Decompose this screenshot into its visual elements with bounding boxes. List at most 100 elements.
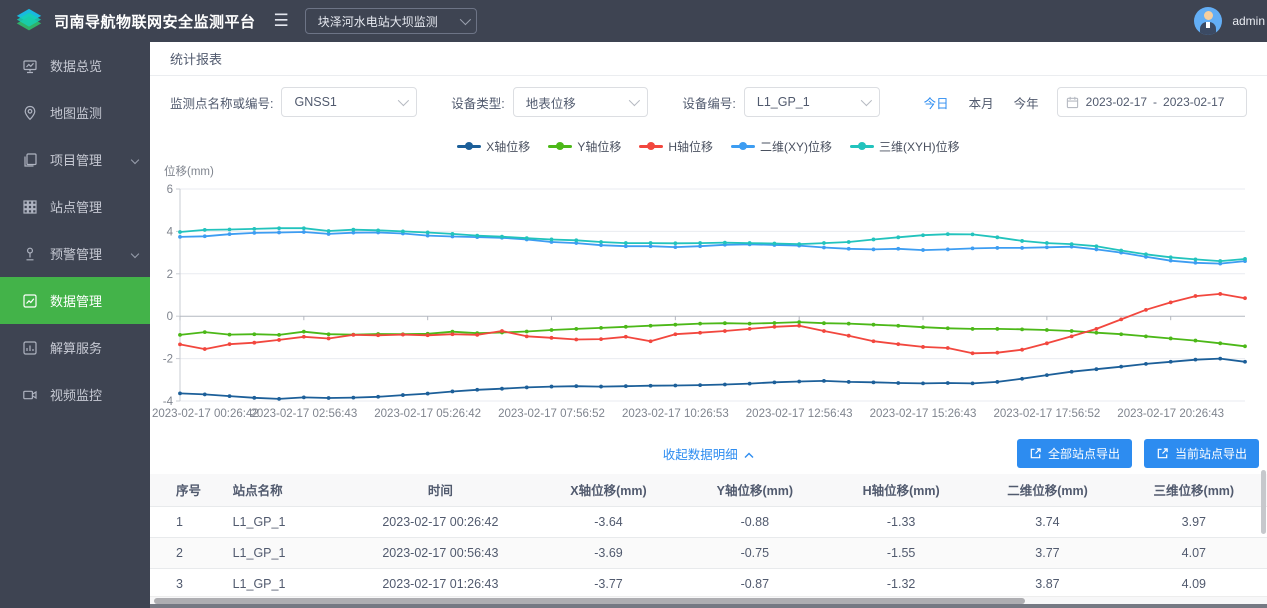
chevron-down-icon bbox=[460, 14, 471, 25]
svg-text:2023-02-17 05:26:42: 2023-02-17 05:26:42 bbox=[374, 408, 481, 420]
legend-marker bbox=[639, 145, 663, 148]
horizontal-scrollbar[interactable] bbox=[150, 596, 1267, 604]
table-cell: 2023-02-17 00:56:43 bbox=[345, 537, 535, 568]
site-grid-icon bbox=[22, 199, 38, 215]
svg-text:2023-02-17 20:26:43: 2023-02-17 20:26:43 bbox=[1117, 408, 1224, 420]
sidebar-item-1[interactable]: 数据总览 bbox=[0, 42, 150, 89]
chevron-down-icon bbox=[629, 95, 640, 106]
legend-marker bbox=[850, 145, 874, 148]
map-pin-icon bbox=[22, 105, 38, 121]
series-line-二维(XY)位移 bbox=[180, 232, 1245, 264]
legend-marker bbox=[548, 145, 572, 148]
project-selector[interactable]: 块泽河水电站大坝监测 bbox=[305, 8, 477, 34]
sidebar-item-5[interactable]: 预警管理 bbox=[0, 230, 150, 277]
legend-marker bbox=[457, 145, 481, 148]
legend-label: 二维(XY)位移 bbox=[760, 138, 832, 155]
legend-label: 三维(XYH)位移 bbox=[879, 138, 960, 155]
monitor-point-value: GNSS1 bbox=[294, 95, 336, 109]
chevron-up-icon bbox=[744, 452, 754, 459]
export-current-site-button[interactable]: 当前站点导出 bbox=[1144, 439, 1259, 468]
chevron-down-icon bbox=[131, 155, 139, 163]
date-range-picker[interactable]: 2023-02-17 - 2023-02-17 bbox=[1057, 87, 1247, 117]
svg-text:2023-02-17 02:56:43: 2023-02-17 02:56:43 bbox=[250, 408, 357, 420]
table-cell: -0.88 bbox=[682, 506, 828, 537]
monitor-point-select[interactable]: GNSS1 bbox=[281, 87, 417, 117]
calendar-icon bbox=[1066, 96, 1079, 109]
device-type-label: 设备类型: bbox=[451, 93, 504, 112]
legend-item[interactable]: 二维(XY)位移 bbox=[731, 138, 832, 155]
table-cell: 2 bbox=[150, 537, 223, 568]
table-header-cell: 站点名称 bbox=[223, 474, 346, 506]
table-cell: 3.97 bbox=[1121, 506, 1267, 537]
export-all-sites-button[interactable]: 全部站点导出 bbox=[1017, 439, 1132, 468]
device-no-select[interactable]: L1_GP_1 bbox=[744, 87, 880, 117]
sidebar-item-2[interactable]: 地图监测 bbox=[0, 89, 150, 136]
sidebar-item-label: 站点管理 bbox=[50, 197, 102, 216]
table-cell: 4.09 bbox=[1121, 568, 1267, 599]
user-avatar[interactable] bbox=[1194, 7, 1222, 35]
legend-item[interactable]: 三维(XYH)位移 bbox=[850, 138, 960, 155]
table-row[interactable]: 3L1_GP_12023-02-17 01:26:43-3.77-0.87-1.… bbox=[150, 568, 1267, 599]
sidebar-item-label: 解算服务 bbox=[50, 338, 102, 357]
table-cell: 4.07 bbox=[1121, 537, 1267, 568]
table-header: 序号站点名称时间X轴位移(mm)Y轴位移(mm)H轴位移(mm)二维位移(mm)… bbox=[150, 474, 1267, 506]
legend-item[interactable]: Y轴位移 bbox=[548, 138, 621, 155]
username-label[interactable]: admin bbox=[1232, 14, 1267, 28]
chevron-down-icon bbox=[131, 249, 139, 257]
svg-text:-2: -2 bbox=[163, 354, 173, 366]
table-cell: L1_GP_1 bbox=[223, 568, 346, 599]
solve-chart-icon bbox=[22, 340, 38, 356]
project-files-icon bbox=[22, 152, 38, 168]
legend-label: Y轴位移 bbox=[577, 138, 621, 155]
quick-range-month[interactable]: 本月 bbox=[969, 93, 994, 112]
table-cell: 2023-02-17 00:26:42 bbox=[345, 506, 535, 537]
sidebar-item-7[interactable]: 解算服务 bbox=[0, 324, 150, 371]
tab-statistics-report[interactable]: 统计报表 bbox=[170, 49, 222, 68]
table-header-cell: Y轴位移(mm) bbox=[682, 474, 828, 506]
legend-item[interactable]: X轴位移 bbox=[457, 138, 530, 155]
window-bottom-edge bbox=[0, 604, 1267, 608]
table-header-cell: X轴位移(mm) bbox=[535, 474, 681, 506]
sidebar-item-8[interactable]: 视频监控 bbox=[0, 371, 150, 418]
svg-text:0: 0 bbox=[167, 311, 173, 323]
table-cell: 1 bbox=[150, 506, 223, 537]
collapse-detail-label: 收起数据明细 bbox=[663, 448, 738, 462]
legend-marker bbox=[731, 145, 755, 148]
data-detail-table: 序号站点名称时间X轴位移(mm)Y轴位移(mm)H轴位移(mm)二维位移(mm)… bbox=[150, 474, 1267, 600]
avatar-head bbox=[1204, 11, 1213, 20]
table-header-cell: 二维位移(mm) bbox=[974, 474, 1120, 506]
table-cell: L1_GP_1 bbox=[223, 537, 346, 568]
table-cell: -1.55 bbox=[828, 537, 974, 568]
sidebar-item-label: 项目管理 bbox=[50, 150, 102, 169]
chart-section: X轴位移Y轴位移H轴位移二维(XY)位移三维(XYH)位移 位移(mm) -4-… bbox=[150, 138, 1267, 432]
sidebar-collapse-icon[interactable]: ☰ bbox=[274, 11, 289, 31]
chevron-down-icon bbox=[860, 95, 871, 106]
legend-item[interactable]: H轴位移 bbox=[639, 138, 713, 155]
device-type-select[interactable]: 地表位移 bbox=[513, 87, 649, 117]
table-row[interactable]: 2L1_GP_12023-02-17 00:56:43-3.69-0.75-1.… bbox=[150, 537, 1267, 568]
sidebar-item-label: 预警管理 bbox=[50, 244, 102, 263]
table-row[interactable]: 1L1_GP_12023-02-17 00:26:42-3.64-0.88-1.… bbox=[150, 506, 1267, 537]
table-cell: -3.77 bbox=[535, 568, 681, 599]
table-cell: -3.69 bbox=[535, 537, 681, 568]
vertical-scrollbar-thumb[interactable] bbox=[1261, 470, 1266, 534]
displacement-chart[interactable]: -4-202462023-02-17 00:26:422023-02-17 02… bbox=[150, 179, 1267, 427]
detail-toolbar: 收起数据明细 全部站点导出 当前站点导出 bbox=[150, 432, 1267, 474]
filter-bar: 监测点名称或编号: GNSS1 设备类型: 地表位移 设备编号: L1_GP_1… bbox=[150, 76, 1267, 128]
sidebar-item-label: 地图监测 bbox=[50, 103, 102, 122]
table-cell: 3 bbox=[150, 568, 223, 599]
table-cell: L1_GP_1 bbox=[223, 506, 346, 537]
sidebar-item-4[interactable]: 站点管理 bbox=[0, 183, 150, 230]
svg-text:2023-02-17 10:26:53: 2023-02-17 10:26:53 bbox=[622, 408, 729, 420]
tab-bar: 统计报表 bbox=[150, 42, 1267, 76]
quick-range-today[interactable]: 今日 bbox=[924, 93, 949, 112]
sidebar-item-6[interactable]: 数据管理 bbox=[0, 277, 150, 324]
sidebar-item-3[interactable]: 项目管理 bbox=[0, 136, 150, 183]
chart-legend: X轴位移 Y轴位移 H轴位移 二维(XY)位移 三维(XYH)位移 bbox=[150, 138, 1267, 155]
series-line-Y轴位移 bbox=[180, 322, 1245, 346]
svg-text:2023-02-17 00:26:42: 2023-02-17 00:26:42 bbox=[152, 408, 259, 420]
table-cell: -0.75 bbox=[682, 537, 828, 568]
quick-range-year[interactable]: 今年 bbox=[1014, 93, 1039, 112]
device-no-value: L1_GP_1 bbox=[757, 95, 810, 109]
table-cell: 3.87 bbox=[974, 568, 1120, 599]
